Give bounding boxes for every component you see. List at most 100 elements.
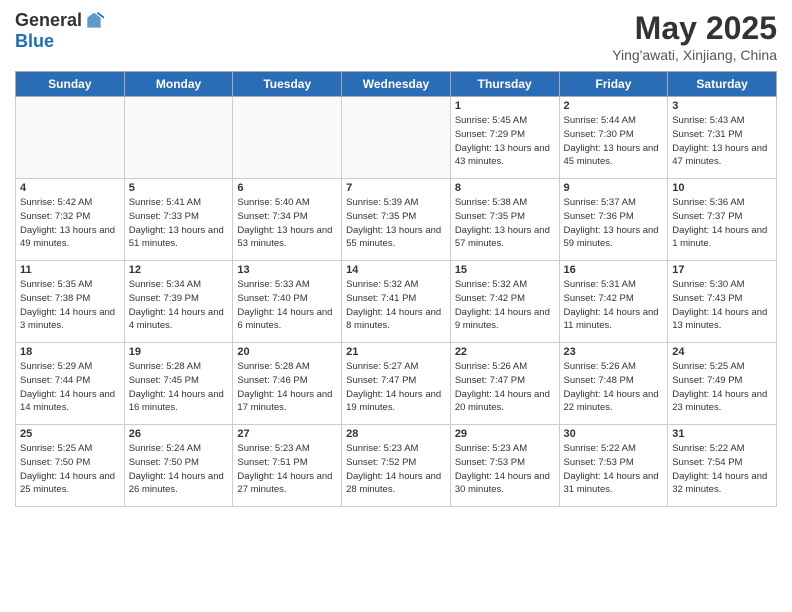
sunrise-label: Sunrise: 5:25 AM <box>20 443 92 454</box>
calendar-week-0: 1 Sunrise: 5:45 AM Sunset: 7:29 PM Dayli… <box>16 97 777 179</box>
sunset-label: Sunset: 7:36 PM <box>564 211 634 222</box>
table-row: 21 Sunrise: 5:27 AM Sunset: 7:47 PM Dayl… <box>342 343 451 425</box>
day-info: Sunrise: 5:36 AM Sunset: 7:37 PM Dayligh… <box>672 196 772 251</box>
table-row: 16 Sunrise: 5:31 AM Sunset: 7:42 PM Dayl… <box>559 261 668 343</box>
logo-general-text: General <box>15 10 82 31</box>
day-number: 24 <box>672 346 772 358</box>
daylight-label: Daylight: 14 hours and 20 minutes. <box>455 389 550 414</box>
day-number: 21 <box>346 346 446 358</box>
daylight-label: Daylight: 13 hours and 55 minutes. <box>346 225 441 250</box>
day-info: Sunrise: 5:28 AM Sunset: 7:46 PM Dayligh… <box>237 360 337 415</box>
day-info: Sunrise: 5:39 AM Sunset: 7:35 PM Dayligh… <box>346 196 446 251</box>
daylight-label: Daylight: 14 hours and 30 minutes. <box>455 471 550 496</box>
table-row <box>342 97 451 179</box>
table-row: 13 Sunrise: 5:33 AM Sunset: 7:40 PM Dayl… <box>233 261 342 343</box>
sunset-label: Sunset: 7:38 PM <box>20 293 90 304</box>
sunset-label: Sunset: 7:33 PM <box>129 211 199 222</box>
daylight-label: Daylight: 14 hours and 8 minutes. <box>346 307 441 332</box>
sunrise-label: Sunrise: 5:22 AM <box>672 443 744 454</box>
table-row: 14 Sunrise: 5:32 AM Sunset: 7:41 PM Dayl… <box>342 261 451 343</box>
table-row: 1 Sunrise: 5:45 AM Sunset: 7:29 PM Dayli… <box>450 97 559 179</box>
sunset-label: Sunset: 7:29 PM <box>455 129 525 140</box>
day-number: 31 <box>672 428 772 440</box>
day-info: Sunrise: 5:22 AM Sunset: 7:54 PM Dayligh… <box>672 442 772 497</box>
sunrise-label: Sunrise: 5:27 AM <box>346 361 418 372</box>
sunrise-label: Sunrise: 5:22 AM <box>564 443 636 454</box>
sunset-label: Sunset: 7:31 PM <box>672 129 742 140</box>
day-info: Sunrise: 5:23 AM Sunset: 7:51 PM Dayligh… <box>237 442 337 497</box>
title-section: May 2025 Ying'awati, Xinjiang, China <box>612 10 777 63</box>
day-number: 8 <box>455 182 555 194</box>
sunrise-label: Sunrise: 5:37 AM <box>564 197 636 208</box>
day-info: Sunrise: 5:26 AM Sunset: 7:48 PM Dayligh… <box>564 360 664 415</box>
table-row: 28 Sunrise: 5:23 AM Sunset: 7:52 PM Dayl… <box>342 425 451 507</box>
sunset-label: Sunset: 7:50 PM <box>20 457 90 468</box>
col-wednesday: Wednesday <box>342 72 451 97</box>
daylight-label: Daylight: 13 hours and 47 minutes. <box>672 143 767 168</box>
day-number: 28 <box>346 428 446 440</box>
table-row: 9 Sunrise: 5:37 AM Sunset: 7:36 PM Dayli… <box>559 179 668 261</box>
sunrise-label: Sunrise: 5:23 AM <box>237 443 309 454</box>
table-row: 24 Sunrise: 5:25 AM Sunset: 7:49 PM Dayl… <box>668 343 777 425</box>
daylight-label: Daylight: 14 hours and 19 minutes. <box>346 389 441 414</box>
col-sunday: Sunday <box>16 72 125 97</box>
sunrise-label: Sunrise: 5:44 AM <box>564 115 636 126</box>
day-info: Sunrise: 5:25 AM Sunset: 7:50 PM Dayligh… <box>20 442 120 497</box>
sunrise-label: Sunrise: 5:36 AM <box>672 197 744 208</box>
daylight-label: Daylight: 14 hours and 1 minute. <box>672 225 767 250</box>
sunrise-label: Sunrise: 5:31 AM <box>564 279 636 290</box>
sunrise-label: Sunrise: 5:34 AM <box>129 279 201 290</box>
sunrise-label: Sunrise: 5:45 AM <box>455 115 527 126</box>
day-number: 9 <box>564 182 664 194</box>
table-row: 15 Sunrise: 5:32 AM Sunset: 7:42 PM Dayl… <box>450 261 559 343</box>
table-row: 8 Sunrise: 5:38 AM Sunset: 7:35 PM Dayli… <box>450 179 559 261</box>
day-info: Sunrise: 5:30 AM Sunset: 7:43 PM Dayligh… <box>672 278 772 333</box>
sunset-label: Sunset: 7:53 PM <box>455 457 525 468</box>
col-thursday: Thursday <box>450 72 559 97</box>
sunset-label: Sunset: 7:41 PM <box>346 293 416 304</box>
daylight-label: Daylight: 14 hours and 27 minutes. <box>237 471 332 496</box>
day-number: 3 <box>672 100 772 112</box>
sunrise-label: Sunrise: 5:33 AM <box>237 279 309 290</box>
day-info: Sunrise: 5:42 AM Sunset: 7:32 PM Dayligh… <box>20 196 120 251</box>
col-friday: Friday <box>559 72 668 97</box>
day-info: Sunrise: 5:38 AM Sunset: 7:35 PM Dayligh… <box>455 196 555 251</box>
table-row: 3 Sunrise: 5:43 AM Sunset: 7:31 PM Dayli… <box>668 97 777 179</box>
sunset-label: Sunset: 7:35 PM <box>346 211 416 222</box>
day-number: 22 <box>455 346 555 358</box>
day-number: 12 <box>129 264 229 276</box>
table-row: 25 Sunrise: 5:25 AM Sunset: 7:50 PM Dayl… <box>16 425 125 507</box>
day-info: Sunrise: 5:23 AM Sunset: 7:52 PM Dayligh… <box>346 442 446 497</box>
sunset-label: Sunset: 7:49 PM <box>672 375 742 386</box>
sunrise-label: Sunrise: 5:42 AM <box>20 197 92 208</box>
day-number: 30 <box>564 428 664 440</box>
table-row: 12 Sunrise: 5:34 AM Sunset: 7:39 PM Dayl… <box>124 261 233 343</box>
day-number: 13 <box>237 264 337 276</box>
day-info: Sunrise: 5:40 AM Sunset: 7:34 PM Dayligh… <box>237 196 337 251</box>
sunrise-label: Sunrise: 5:23 AM <box>346 443 418 454</box>
logo-blue-text: Blue <box>15 31 54 52</box>
day-info: Sunrise: 5:23 AM Sunset: 7:53 PM Dayligh… <box>455 442 555 497</box>
sunrise-label: Sunrise: 5:23 AM <box>455 443 527 454</box>
day-info: Sunrise: 5:33 AM Sunset: 7:40 PM Dayligh… <box>237 278 337 333</box>
day-info: Sunrise: 5:24 AM Sunset: 7:50 PM Dayligh… <box>129 442 229 497</box>
logo-icon <box>84 11 104 31</box>
calendar-header-row: Sunday Monday Tuesday Wednesday Thursday… <box>16 72 777 97</box>
table-row: 6 Sunrise: 5:40 AM Sunset: 7:34 PM Dayli… <box>233 179 342 261</box>
day-number: 25 <box>20 428 120 440</box>
day-number: 14 <box>346 264 446 276</box>
daylight-label: Daylight: 14 hours and 23 minutes. <box>672 389 767 414</box>
table-row: 4 Sunrise: 5:42 AM Sunset: 7:32 PM Dayli… <box>16 179 125 261</box>
day-number: 1 <box>455 100 555 112</box>
sunrise-label: Sunrise: 5:24 AM <box>129 443 201 454</box>
daylight-label: Daylight: 14 hours and 17 minutes. <box>237 389 332 414</box>
day-number: 27 <box>237 428 337 440</box>
daylight-label: Daylight: 13 hours and 59 minutes. <box>564 225 659 250</box>
daylight-label: Daylight: 13 hours and 49 minutes. <box>20 225 115 250</box>
daylight-label: Daylight: 14 hours and 22 minutes. <box>564 389 659 414</box>
table-row: 23 Sunrise: 5:26 AM Sunset: 7:48 PM Dayl… <box>559 343 668 425</box>
table-row: 2 Sunrise: 5:44 AM Sunset: 7:30 PM Dayli… <box>559 97 668 179</box>
sunset-label: Sunset: 7:42 PM <box>455 293 525 304</box>
day-number: 11 <box>20 264 120 276</box>
day-info: Sunrise: 5:44 AM Sunset: 7:30 PM Dayligh… <box>564 114 664 169</box>
